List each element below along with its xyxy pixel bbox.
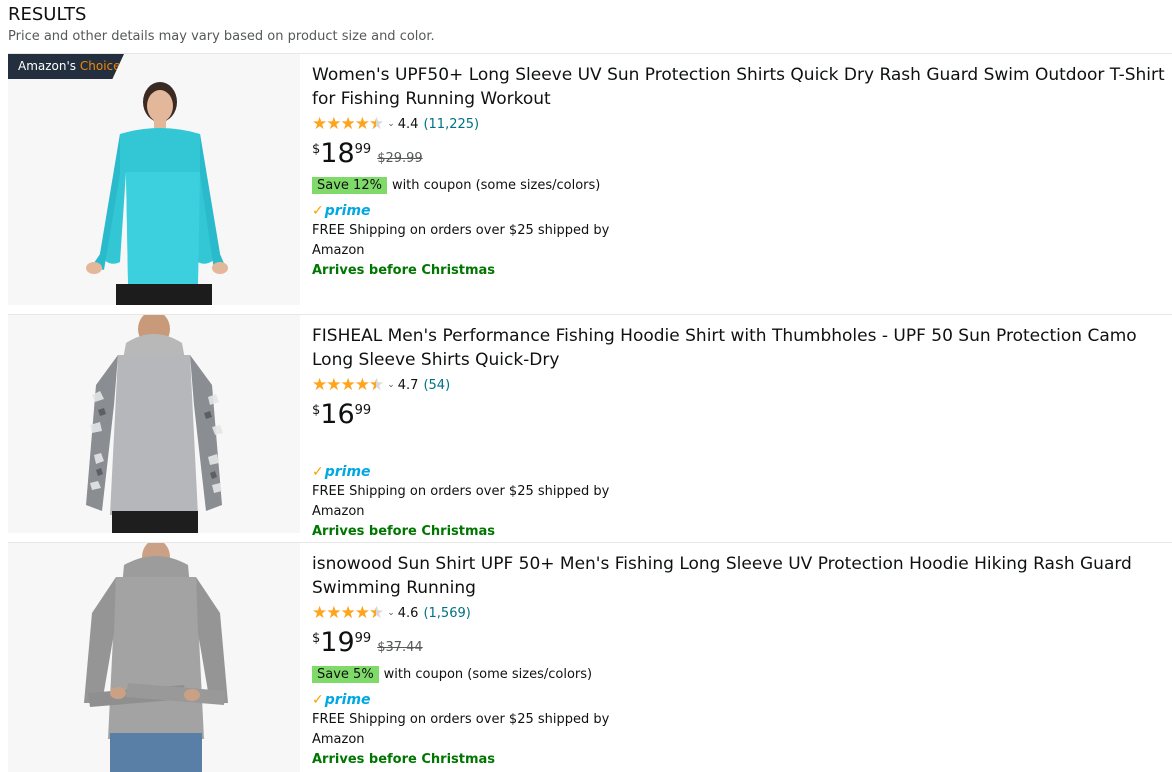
rating-row: ★★★★★ ⌄ 4.7 (54) [312,375,1168,395]
product-info: isnowood Sun Shirt UPF 50+ Men's Fishing… [312,552,1168,770]
chevron-down-icon[interactable]: ⌄ [387,608,395,618]
price[interactable]: $ 16 99 [312,400,1168,432]
product-image[interactable] [8,315,300,533]
product-image-sun-hoodie [8,543,300,772]
amazons-choice-badge: Amazon's Choice [8,54,124,79]
product-card: Amazon's Choice Women's UPF50+ Long Slee… [8,53,1172,306]
chevron-down-icon[interactable]: ⌄ [387,380,395,390]
price-whole: 19 [320,627,355,658]
prime-check-icon: ✓ [312,692,324,708]
results-title: RESULTS [8,4,87,25]
product-image[interactable]: Amazon's Choice [8,54,300,305]
arrival-text: Arrives before Christmas [312,752,496,767]
price-symbol: $ [312,142,321,157]
coupon-row: Save 12% with coupon (some sizes/colors) [312,175,1168,195]
coupon-text: with coupon (some sizes/colors) [391,177,601,193]
product-info: FISHEAL Men's Performance Fishing Hoodie… [312,324,1168,542]
list-price: $29.99 [377,151,423,166]
shipping-text: FREE Shipping on orders over $25 shipped… [312,484,610,519]
coupon-row: Save 5% with coupon (some sizes/colors) [312,664,1168,684]
results-subtitle: Price and other details may vary based o… [8,29,435,44]
shipping-text: FREE Shipping on orders over $25 shipped… [312,712,610,747]
price-fraction: 99 [354,631,372,646]
prime-check-icon: ✓ [312,203,324,219]
product-card: FISHEAL Men's Performance Fishing Hoodie… [8,314,1172,539]
shipping-text: FREE Shipping on orders over $25 shipped… [312,223,610,258]
product-image[interactable] [8,543,300,772]
rating-row: ★★★★★ ⌄ 4.6 (1,569) [312,603,1168,623]
rating-count-link[interactable]: (1,569) [423,606,470,621]
price-symbol: $ [312,631,321,646]
price-fraction: 99 [354,403,372,418]
product-image-fishing-hoodie [8,315,300,533]
product-image-women-shirt [8,54,300,305]
rating-row: ★★★★★ ⌄ 4.4 (11,225) [312,114,1168,134]
list-price: $37.44 [377,640,423,655]
prime-badge: ✓ prime [312,692,371,708]
product-title-link[interactable]: isnowood Sun Shirt UPF 50+ Men's Fishing… [312,552,1168,600]
coupon-badge: Save 5% [312,665,379,683]
product-info: Women's UPF50+ Long Sleeve UV Sun Protec… [312,63,1168,281]
arrival-text: Arrives before Christmas [312,524,496,539]
price-fraction: 99 [354,142,372,157]
star-rating-icon[interactable]: ★★★★★ [312,603,384,623]
prime-check-icon: ✓ [312,464,324,480]
price[interactable]: $ 19 99 $37.44 [312,628,1168,660]
star-rating-icon[interactable]: ★★★★★ [312,114,384,134]
rating-value: 4.6 [397,605,419,621]
price-symbol: $ [312,403,321,418]
results-header: RESULTS Price and other details may vary… [8,4,435,44]
product-card: isnowood Sun Shirt UPF 50+ Men's Fishing… [8,542,1172,772]
arrival-text: Arrives before Christmas [312,263,496,278]
price-whole: 18 [320,138,355,169]
prime-badge: ✓ prime [312,464,371,480]
coupon-badge: Save 12% [312,176,387,194]
product-title-link[interactable]: Women's UPF50+ Long Sleeve UV Sun Protec… [312,63,1168,111]
coupon-text: with coupon (some sizes/colors) [383,666,593,682]
rating-value: 4.4 [397,116,419,132]
price[interactable]: $ 18 99 $29.99 [312,139,1168,171]
rating-value: 4.7 [397,377,419,393]
rating-count-link[interactable]: (11,225) [423,117,479,132]
star-rating-icon[interactable]: ★★★★★ [312,375,384,395]
prime-badge: ✓ prime [312,203,371,219]
rating-count-link[interactable]: (54) [423,378,450,393]
product-title-link[interactable]: FISHEAL Men's Performance Fishing Hoodie… [312,324,1168,372]
price-whole: 16 [320,399,355,430]
chevron-down-icon[interactable]: ⌄ [387,119,395,129]
